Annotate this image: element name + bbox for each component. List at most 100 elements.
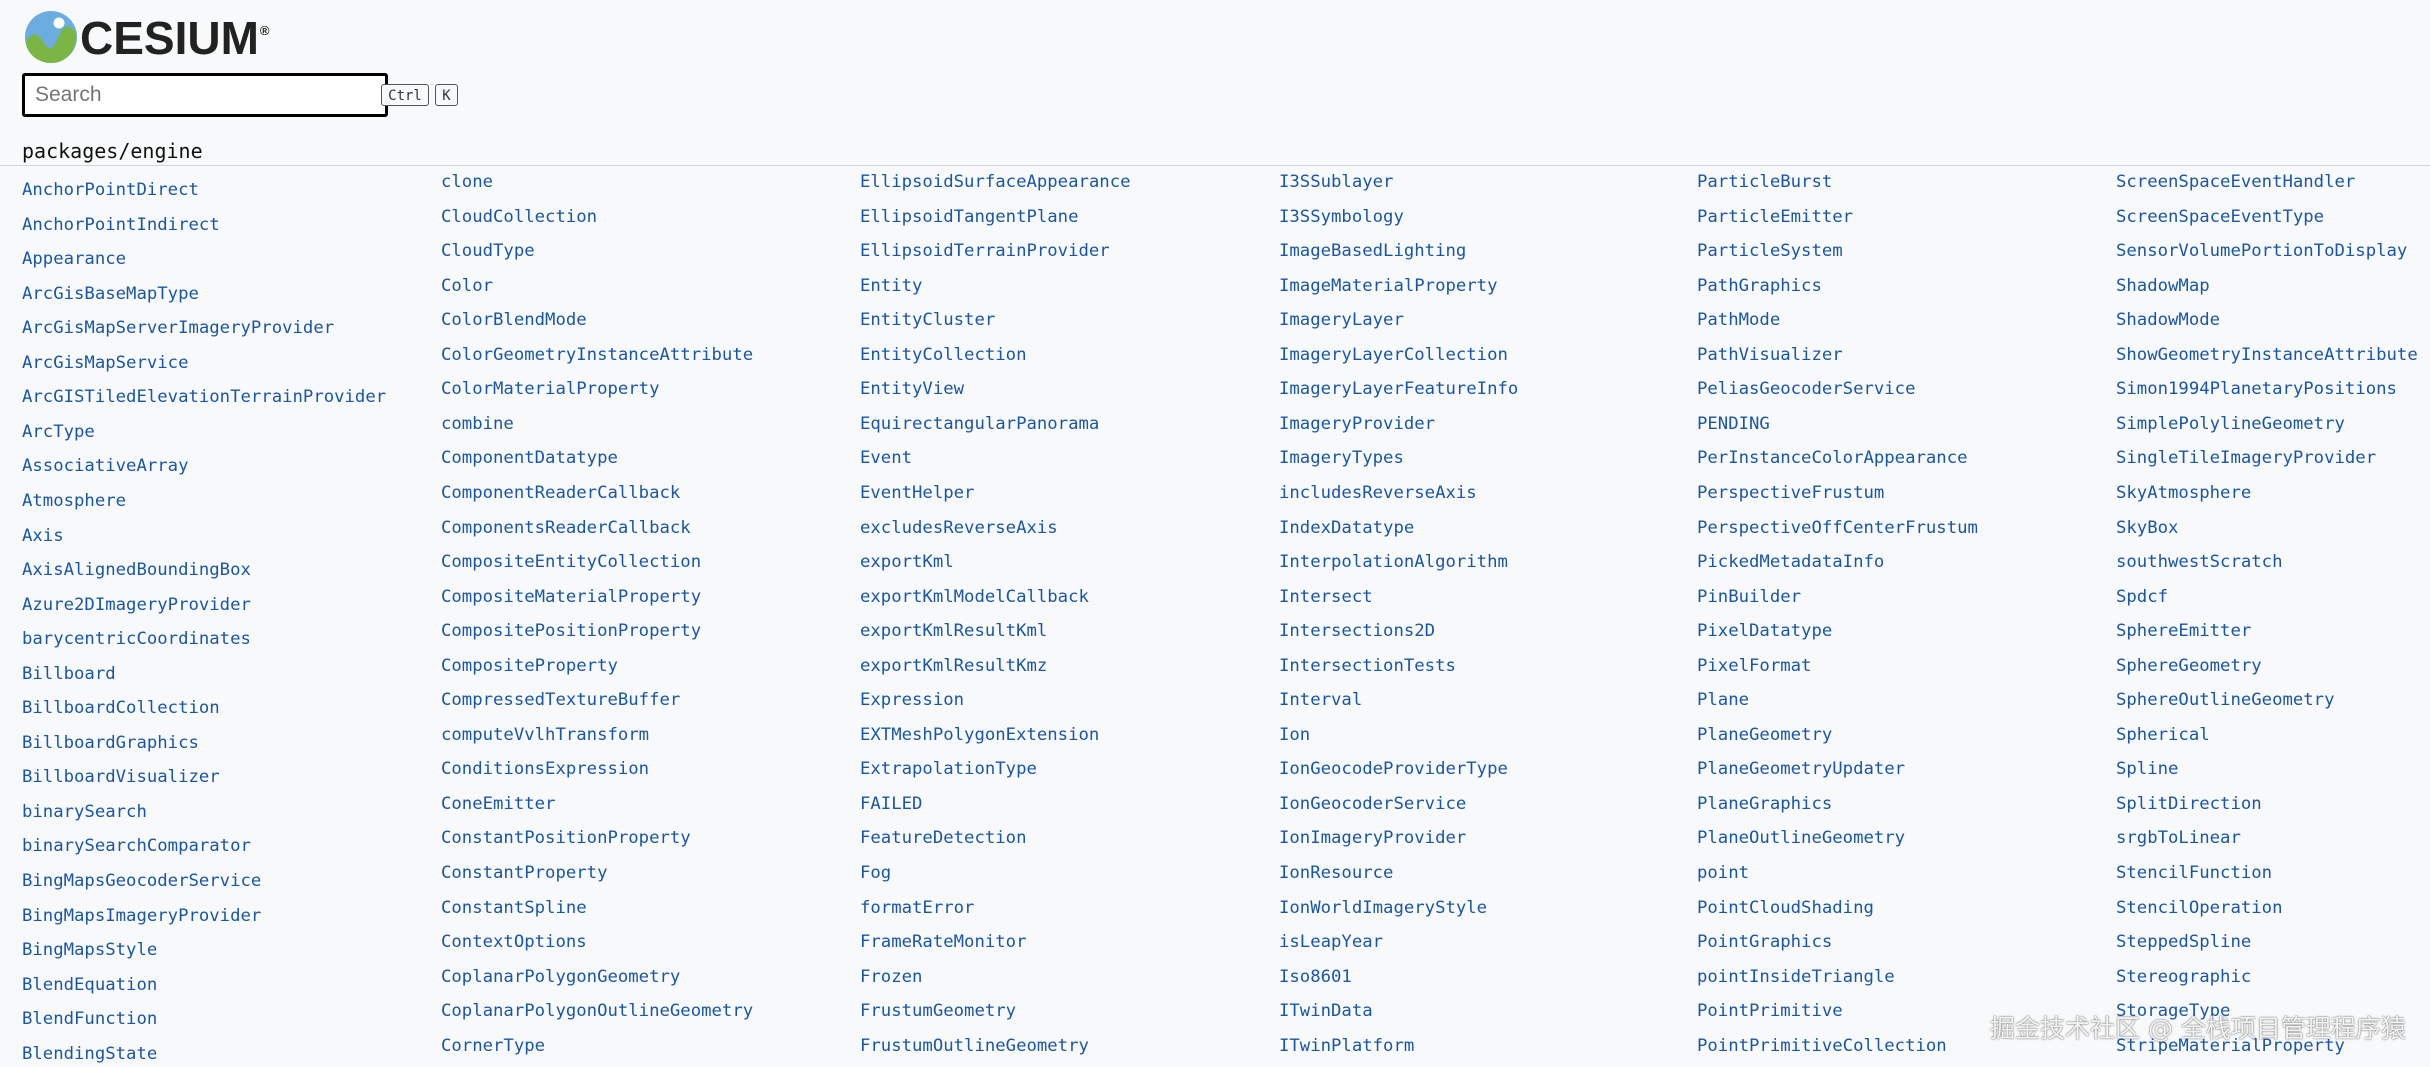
api-link[interactable]: Stereographic — [2116, 967, 2251, 987]
api-link[interactable]: ShowGeometryInstanceAttribute — [2116, 345, 2418, 365]
api-link[interactable]: IonResource — [1279, 863, 1393, 883]
api-link[interactable]: BlendingState — [22, 1044, 157, 1064]
api-link[interactable]: PathGraphics — [1697, 276, 1822, 296]
api-link[interactable]: PeliasGeocoderService — [1697, 379, 1916, 399]
api-link[interactable]: StorageType — [2116, 1001, 2230, 1021]
api-link[interactable]: PointPrimitive — [1697, 1001, 1843, 1021]
api-link[interactable]: CoplanarPolygonGeometry — [441, 967, 680, 987]
api-link[interactable]: Fog — [860, 863, 891, 883]
api-link[interactable]: ArcGisBaseMapType — [22, 284, 199, 304]
api-link[interactable]: SingleTileImageryProvider — [2116, 448, 2376, 468]
api-link[interactable]: EntityCluster — [860, 310, 995, 330]
api-link[interactable]: StripeMaterialProperty — [2116, 1036, 2345, 1056]
api-link[interactable]: PinBuilder — [1697, 587, 1801, 607]
api-link[interactable]: ITwinPlatform — [1279, 1036, 1414, 1056]
api-link[interactable]: Spline — [2116, 759, 2178, 779]
api-link[interactable]: AxisAlignedBoundingBox — [22, 560, 251, 580]
api-link[interactable]: Frozen — [860, 967, 922, 987]
api-link[interactable]: ImageryLayer — [1279, 310, 1404, 330]
api-link[interactable]: SplitDirection — [2116, 794, 2262, 814]
api-link[interactable]: IonGeocoderService — [1279, 794, 1466, 814]
api-link[interactable]: exportKmlModelCallback — [860, 587, 1089, 607]
api-link[interactable]: IndexDatatype — [1279, 518, 1414, 538]
api-link[interactable]: ITwinData — [1279, 1001, 1373, 1021]
api-link[interactable]: EllipsoidTangentPlane — [860, 207, 1079, 227]
api-link[interactable]: formatError — [860, 898, 974, 918]
api-link[interactable]: ComponentReaderCallback — [441, 483, 680, 503]
api-link[interactable]: ConstantSpline — [441, 898, 587, 918]
api-link[interactable]: SkyBox — [2116, 518, 2178, 538]
api-link[interactable]: ExtrapolationType — [860, 759, 1037, 779]
api-link[interactable]: PathVisualizer — [1697, 345, 1843, 365]
api-link[interactable]: PickedMetadataInfo — [1697, 552, 1884, 572]
api-link[interactable]: SteppedSpline — [2116, 932, 2251, 952]
api-link[interactable]: ComponentDatatype — [441, 448, 618, 468]
api-link[interactable]: StencilFunction — [2116, 863, 2272, 883]
api-link[interactable]: EXTMeshPolygonExtension — [860, 725, 1099, 745]
api-link[interactable]: SphereOutlineGeometry — [2116, 690, 2335, 710]
api-link[interactable]: PointPrimitiveCollection — [1697, 1036, 1947, 1056]
api-link[interactable]: ContextOptions — [441, 932, 587, 952]
api-link[interactable]: ImageBasedLighting — [1279, 241, 1466, 261]
api-link[interactable]: Iso8601 — [1279, 967, 1352, 987]
api-link[interactable]: Simon1994PlanetaryPositions — [2116, 379, 2397, 399]
api-link[interactable]: PerInstanceColorAppearance — [1697, 448, 1968, 468]
api-link[interactable]: Expression — [860, 690, 964, 710]
api-link[interactable]: IntersectionTests — [1279, 656, 1456, 676]
api-link[interactable]: PointGraphics — [1697, 932, 1832, 952]
api-link[interactable]: CoplanarPolygonOutlineGeometry — [441, 1001, 753, 1021]
api-link[interactable]: CompositeEntityCollection — [441, 552, 701, 572]
api-link[interactable]: PixelDatatype — [1697, 621, 1832, 641]
api-link[interactable]: ImageryTypes — [1279, 448, 1404, 468]
api-link[interactable]: ArcGisMapService — [22, 353, 188, 373]
api-link[interactable]: ConstantPositionProperty — [441, 828, 691, 848]
api-link[interactable]: PlaneOutlineGeometry — [1697, 828, 1905, 848]
api-link[interactable]: CompositePositionProperty — [441, 621, 701, 641]
api-link[interactable]: Plane — [1697, 690, 1749, 710]
api-link[interactable]: CompositeProperty — [441, 656, 618, 676]
api-link[interactable]: pointInsideTriangle — [1697, 967, 1895, 987]
api-link[interactable]: ComponentsReaderCallback — [441, 518, 691, 538]
api-link[interactable]: SkyAtmosphere — [2116, 483, 2251, 503]
api-link[interactable]: ConstantProperty — [441, 863, 607, 883]
api-link[interactable]: Spherical — [2116, 725, 2210, 745]
api-link[interactable]: FeatureDetection — [860, 828, 1026, 848]
api-link[interactable]: binarySearch — [22, 802, 147, 822]
api-link[interactable]: Azure2DImageryProvider — [22, 595, 251, 615]
api-link[interactable]: BingMapsStyle — [22, 940, 157, 960]
api-link[interactable]: computeVvlhTransform — [441, 725, 649, 745]
api-link[interactable]: ShadowMode — [2116, 310, 2220, 330]
api-link[interactable]: Atmosphere — [22, 491, 126, 511]
api-link[interactable]: ArcGISTiledElevationTerrainProvider — [22, 387, 386, 407]
search-input[interactable] — [22, 73, 388, 117]
api-link[interactable]: ColorGeometryInstanceAttribute — [441, 345, 753, 365]
api-link[interactable]: PENDING — [1697, 414, 1770, 434]
api-link[interactable]: BillboardCollection — [22, 698, 220, 718]
api-link[interactable]: exportKmlResultKml — [860, 621, 1047, 641]
api-link[interactable]: PerspectiveOffCenterFrustum — [1697, 518, 1978, 538]
api-link[interactable]: CloudType — [441, 241, 535, 261]
api-link[interactable]: SensorVolumePortionToDisplay — [2116, 241, 2407, 261]
api-link[interactable]: FAILED — [860, 794, 922, 814]
api-link[interactable]: PlaneGeometryUpdater — [1697, 759, 1905, 779]
api-link[interactable]: FrameRateMonitor — [860, 932, 1026, 952]
api-link[interactable]: Intersections2D — [1279, 621, 1435, 641]
api-link[interactable]: ScreenSpaceEventType — [2116, 207, 2324, 227]
api-link[interactable]: CompressedTextureBuffer — [441, 690, 680, 710]
api-link[interactable]: SphereEmitter — [2116, 621, 2251, 641]
api-link[interactable]: BingMapsImageryProvider — [22, 906, 261, 926]
api-link[interactable]: EntityView — [860, 379, 964, 399]
api-link[interactable]: Color — [441, 276, 493, 296]
api-link[interactable]: PlaneGeometry — [1697, 725, 1832, 745]
api-link[interactable]: srgbToLinear — [2116, 828, 2241, 848]
api-link[interactable]: ColorMaterialProperty — [441, 379, 660, 399]
api-link[interactable]: Entity — [860, 276, 922, 296]
api-link[interactable]: ImageryProvider — [1279, 414, 1435, 434]
api-link[interactable]: isLeapYear — [1279, 932, 1383, 952]
api-link[interactable]: Spdcf — [2116, 587, 2168, 607]
api-link[interactable]: ConditionsExpression — [441, 759, 649, 779]
api-link[interactable]: excludesReverseAxis — [860, 518, 1058, 538]
api-link[interactable]: AssociativeArray — [22, 456, 188, 476]
api-link[interactable]: exportKmlResultKmz — [860, 656, 1047, 676]
api-link[interactable]: includesReverseAxis — [1279, 483, 1477, 503]
